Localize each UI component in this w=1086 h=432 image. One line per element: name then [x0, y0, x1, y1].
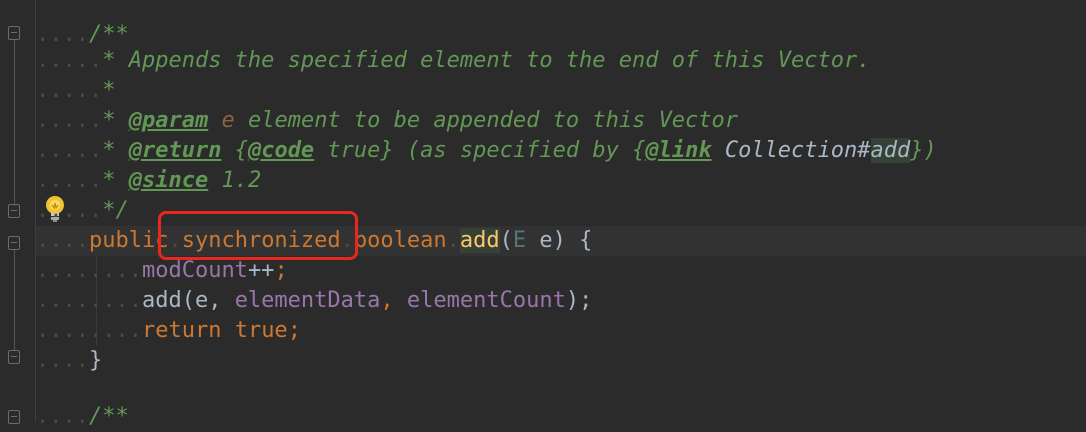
code-line[interactable]: .....*/ [36, 196, 129, 226]
doc-text: { [632, 138, 646, 163]
method-call: add(e, [141, 288, 235, 313]
fold-icon[interactable] [8, 350, 20, 364]
semicolon: ; [287, 318, 301, 343]
doc-comment-text: * Appends the specified element to the e… [102, 48, 871, 73]
param-tag: @param [128, 108, 209, 133]
param-description: element to be appended to this Vector [234, 108, 739, 133]
field-elementdata: elementData [234, 288, 381, 313]
closing-brace: } [88, 348, 103, 373]
keyword-public: public [88, 228, 169, 253]
doc-text: { [221, 138, 248, 163]
paren: ( [499, 228, 513, 253]
return-tag: @return [128, 138, 222, 163]
keyword-return: return [141, 318, 222, 343]
comma: , [380, 288, 407, 313]
parameter-name: e [526, 228, 553, 253]
field-elementcount: elementCount [406, 288, 566, 313]
code-editor[interactable]: ..../** .....* Appends the specified ele… [0, 0, 1086, 429]
doc-comment-star: * [102, 78, 116, 103]
semicolon: ; [274, 258, 288, 283]
code-line[interactable]: ..../** [36, 402, 129, 432]
type-parameter: E [512, 228, 527, 253]
fold-icon[interactable] [8, 204, 20, 218]
code-line[interactable]: ........add(e, elementData, elementCount… [36, 286, 592, 316]
param-name: e [221, 108, 235, 133]
fold-icon[interactable] [8, 26, 20, 40]
code-line[interactable]: .....* @since 1.2 [36, 166, 261, 196]
code-line[interactable]: .....* Appends the specified element to … [36, 46, 870, 76]
method-name[interactable]: add [459, 228, 500, 253]
link-method[interactable]: add [870, 138, 911, 163]
since-tag: @since [128, 168, 209, 193]
code-line[interactable]: .....* @return {@code true} (as specifie… [36, 136, 937, 166]
link-class[interactable]: Collection# [712, 138, 871, 163]
code-line[interactable]: .....* [36, 76, 115, 106]
fold-icon[interactable] [8, 236, 20, 250]
doc-text: true} [314, 138, 394, 163]
signature-close: ) { [552, 228, 593, 253]
since-value: 1.2 [208, 168, 262, 193]
code-line[interactable]: ........return true; [36, 316, 301, 346]
doc-star: * [102, 108, 129, 133]
code-tag: @code [247, 138, 315, 163]
call-close: ); [565, 288, 593, 313]
code-line[interactable]: ........modCount++; [36, 256, 288, 286]
fold-guide [14, 250, 15, 350]
keyword-boolean: boolean [353, 228, 447, 253]
field-modcount: modCount [141, 258, 248, 283]
doc-text: (as specified by [393, 138, 633, 163]
doc-comment-close: */ [102, 198, 129, 223]
operator: ++ [247, 258, 275, 283]
doc-comment-open: /** [88, 22, 129, 47]
doc-star: * [102, 168, 129, 193]
doc-text: }) [910, 138, 937, 163]
code-line[interactable]: ....} [36, 346, 102, 376]
highlight-annotation-box [158, 211, 358, 260]
link-tag: @link [645, 138, 712, 163]
keyword-true: true [221, 318, 288, 343]
doc-star: * [102, 138, 129, 163]
fold-guide [14, 40, 15, 206]
code-line[interactable]: .....* @param e element to be appended t… [36, 106, 738, 136]
doc-comment-open: /** [88, 404, 129, 429]
